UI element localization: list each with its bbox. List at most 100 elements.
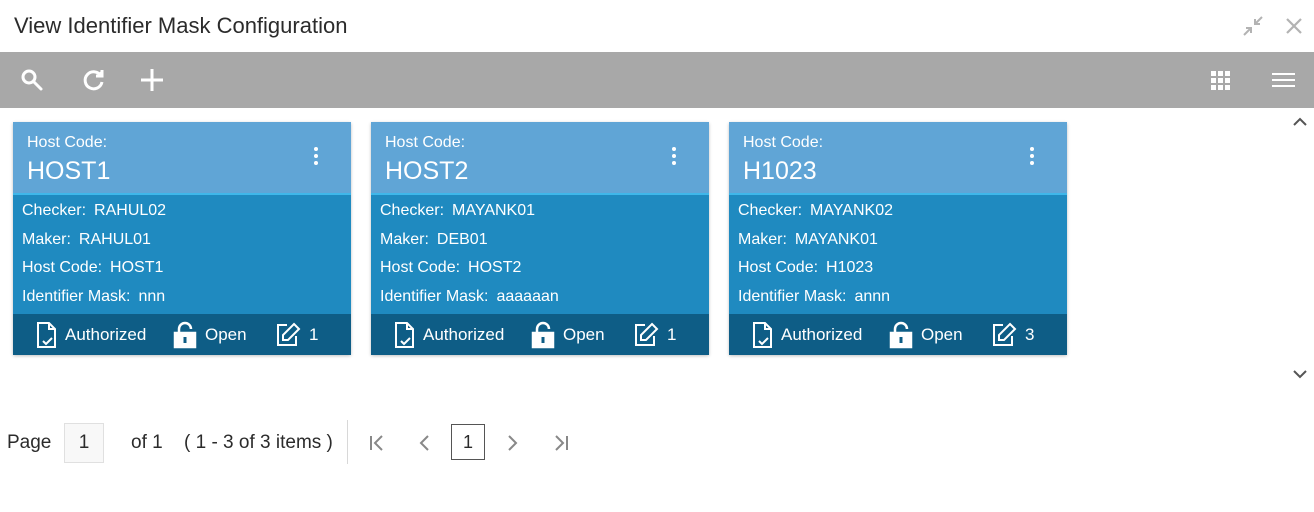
- list-view-icon[interactable]: [1269, 66, 1297, 94]
- card-details: Checker: MAYANK01 Maker: DEB01 Host Code: H…: [380, 202, 700, 316]
- card-header: Host Code: HOST1: [13, 122, 351, 195]
- field-value: nnn: [138, 287, 166, 305]
- authorization-status[interactable]: Authorized: [751, 320, 862, 350]
- host-code-value: HOST1: [27, 157, 111, 185]
- record-status-label: Open: [563, 325, 605, 344]
- page-count-label: of 1: [131, 432, 163, 453]
- close-icon[interactable]: [1282, 14, 1306, 38]
- collapse-arrows-icon[interactable]: [1241, 14, 1265, 38]
- previous-page-icon[interactable]: [415, 432, 435, 454]
- edit-icon: [993, 322, 1017, 346]
- field-label: Maker:: [738, 230, 787, 248]
- page-title: View Identifier Mask Configuration: [14, 13, 348, 38]
- record-status-label: Open: [921, 325, 963, 344]
- authorization-status[interactable]: Authorized: [393, 320, 504, 350]
- item-range-label: ( 1 - 3 of 3 items ): [184, 432, 333, 453]
- field-label: Host Code:: [22, 259, 103, 276]
- field-value: RAHUL01: [78, 230, 151, 248]
- card-header: Host Code: HOST2: [371, 122, 709, 195]
- field-value: aaaaaan: [496, 287, 559, 305]
- document-check-icon: [395, 322, 414, 348]
- pagination: Page of 1 ( 1 - 3 of 3 items ) 1: [0, 420, 800, 468]
- host-code-label: Host Code:: [743, 134, 824, 151]
- card-grid: Host Code: HOST1 Checker: RAHUL02 Maker: R…: [0, 108, 1314, 384]
- mod-number-label: 1: [309, 325, 319, 344]
- field-label: Host Code:: [738, 259, 819, 276]
- grid-view-icon[interactable]: [1207, 66, 1235, 94]
- toolbar: [0, 52, 1314, 108]
- mod-number-label: 3: [1025, 325, 1035, 344]
- add-icon[interactable]: [138, 66, 166, 94]
- field-value: MAYANK02: [810, 202, 894, 219]
- status-label: Authorized: [65, 325, 147, 344]
- checker-row: Checker: MAYANK02: [738, 202, 1058, 231]
- field-label: Checker:: [738, 202, 803, 219]
- record-status-label: Open: [205, 325, 247, 344]
- modification-number[interactable]: 1: [633, 320, 676, 350]
- unlock-icon: [531, 321, 555, 349]
- scroll-down-icon[interactable]: [1290, 364, 1310, 384]
- field-label: Maker:: [380, 230, 429, 248]
- modification-number[interactable]: 1: [275, 320, 318, 350]
- field-label: Identifier Mask:: [738, 287, 847, 305]
- title-bar: View Identifier Mask Configuration: [0, 0, 1314, 52]
- current-page-button[interactable]: 1: [451, 424, 485, 460]
- record-card[interactable]: Host Code: H1023 Checker: MAYANK02 Maker:…: [729, 122, 1067, 355]
- status-label: Authorized: [423, 325, 505, 344]
- field-value: HOST2: [468, 259, 522, 276]
- host-code-row: Host Code: H1023: [738, 259, 1058, 288]
- field-label: Identifier Mask:: [22, 287, 131, 305]
- checker-row: Checker: RAHUL02: [22, 202, 342, 231]
- maker-row: Maker: RAHUL01: [22, 231, 342, 260]
- more-options-icon[interactable]: [309, 144, 329, 168]
- next-page-icon[interactable]: [502, 432, 522, 454]
- field-value: MAYANK01: [794, 230, 878, 248]
- status-label: Authorized: [781, 325, 863, 344]
- host-code-row: Host Code: HOST1: [22, 259, 342, 288]
- host-code-row: Host Code: HOST2: [380, 259, 700, 288]
- host-code-value: H1023: [743, 157, 817, 185]
- record-status[interactable]: Open: [173, 320, 247, 350]
- field-value: MAYANK01: [452, 202, 536, 219]
- field-value: HOST1: [110, 259, 164, 276]
- page-number-input[interactable]: [64, 423, 104, 463]
- modification-number[interactable]: 3: [991, 320, 1034, 350]
- card-details: Checker: MAYANK02 Maker: MAYANK01 Host Cod…: [738, 202, 1058, 316]
- card-footer: Authorized Open 1: [13, 314, 351, 355]
- mod-number-label: 1: [667, 325, 677, 344]
- document-check-icon: [753, 322, 772, 348]
- field-label: Host Code:: [380, 259, 461, 276]
- more-options-icon[interactable]: [667, 144, 687, 168]
- maker-row: Maker: DEB01: [380, 231, 700, 260]
- record-status[interactable]: Open: [531, 320, 605, 350]
- first-page-icon[interactable]: [367, 432, 387, 454]
- edit-icon: [277, 322, 301, 346]
- field-label: Identifier Mask:: [380, 287, 489, 305]
- document-check-icon: [37, 322, 56, 348]
- more-options-icon[interactable]: [1025, 144, 1045, 168]
- field-value: H1023: [826, 259, 874, 276]
- card-details: Checker: RAHUL02 Maker: RAHUL01 Host Code:…: [22, 202, 342, 316]
- host-code-label: Host Code:: [27, 134, 108, 151]
- authorization-status[interactable]: Authorized: [35, 320, 146, 350]
- field-value: annn: [854, 287, 891, 305]
- field-label: Maker:: [22, 230, 71, 248]
- scroll-up-icon[interactable]: [1290, 112, 1310, 132]
- field-label: Checker:: [22, 202, 87, 219]
- field-value: RAHUL02: [94, 202, 167, 219]
- record-card[interactable]: Host Code: HOST1 Checker: RAHUL02 Maker: R…: [13, 122, 351, 355]
- divider: [347, 420, 348, 464]
- unlock-icon: [889, 321, 913, 349]
- page-label: Page: [7, 432, 52, 453]
- card-footer: Authorized Open 1: [371, 314, 709, 355]
- record-status[interactable]: Open: [889, 320, 963, 350]
- identifier-mask-row: Identifier Mask: annn: [738, 288, 1058, 317]
- record-card[interactable]: Host Code: HOST2 Checker: MAYANK01 Maker:…: [371, 122, 709, 355]
- field-label: Checker:: [380, 202, 445, 219]
- unlock-icon: [173, 321, 197, 349]
- field-value: DEB01: [436, 230, 488, 248]
- refresh-icon[interactable]: [80, 66, 108, 94]
- last-page-icon[interactable]: [551, 432, 571, 454]
- search-icon[interactable]: [18, 66, 46, 94]
- host-code-value: HOST2: [385, 157, 469, 185]
